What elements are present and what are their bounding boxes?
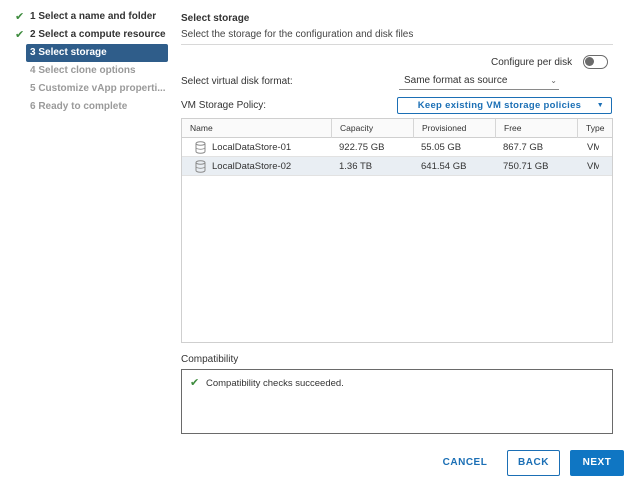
- wizard-step-5: 5 Customize vApp properti...: [14, 80, 170, 98]
- table-row-selected[interactable]: LocalDataStore-02 1.36 TB 641.54 GB 750.…: [182, 157, 612, 176]
- disk-format-select[interactable]: Same format as source ⌄: [399, 72, 559, 90]
- configure-per-disk-toggle[interactable]: [583, 55, 608, 69]
- cell-provisioned: 641.54 GB: [421, 161, 467, 172]
- cell-type: VM: [587, 142, 599, 153]
- cell-name: LocalDataStore-01: [212, 142, 292, 153]
- back-button[interactable]: BACK: [507, 450, 560, 476]
- table-row[interactable]: LocalDataStore-01 922.75 GB 55.05 GB 867…: [182, 138, 612, 157]
- check-icon: ✔: [15, 11, 25, 23]
- table-header: Name Capacity Provisioned Free Type: [182, 119, 612, 138]
- wizard-step-label: 5 Customize vApp properti...: [30, 83, 166, 94]
- datastore-table: Name Capacity Provisioned Free Type Loca…: [181, 118, 613, 343]
- compatibility-panel: ✔ Compatibility checks succeeded.: [181, 369, 613, 434]
- check-icon: ✔: [190, 377, 200, 389]
- wizard-step-6: 6 Ready to complete: [14, 98, 170, 116]
- cell-free: 867.7 GB: [503, 142, 544, 153]
- chevron-down-icon: ▼: [596, 102, 604, 109]
- wizard-step-label: 1 Select a name and folder: [30, 11, 157, 22]
- cell-provisioned: 55.05 GB: [421, 142, 462, 153]
- configure-per-disk-label: Configure per disk: [491, 57, 573, 68]
- next-button[interactable]: NEXT: [570, 450, 624, 476]
- compatibility-message: Compatibility checks succeeded.: [206, 378, 344, 389]
- disk-format-value: Same format as source: [404, 75, 508, 86]
- cell-capacity: 922.75 GB: [339, 142, 385, 153]
- cancel-button[interactable]: CANCEL: [440, 451, 490, 475]
- wizard-step-2[interactable]: ✔ 2 Select a compute resource: [14, 26, 170, 44]
- cell-capacity: 1.36 TB: [339, 161, 373, 172]
- storage-policy-label: VM Storage Policy:: [181, 100, 267, 111]
- wizard-step-4: 4 Select clone options: [14, 62, 170, 80]
- column-header-provisioned[interactable]: Provisioned: [413, 119, 495, 138]
- column-header-name[interactable]: Name: [182, 119, 331, 138]
- storage-policy-value: Keep existing VM storage policies: [417, 100, 582, 111]
- wizard-step-1[interactable]: ✔ 1 Select a name and folder: [14, 8, 170, 26]
- cell-name: LocalDataStore-02: [212, 161, 292, 172]
- toggle-knob: [585, 57, 594, 66]
- chevron-down-icon: ⌄: [550, 76, 557, 85]
- cell-free: 750.71 GB: [503, 161, 549, 172]
- page-subtitle: Select the storage for the configuration…: [181, 29, 414, 40]
- wizard-step-label: 6 Ready to complete: [30, 101, 128, 112]
- cell-type: VM: [587, 161, 599, 172]
- column-header-free[interactable]: Free: [495, 119, 577, 138]
- column-header-capacity[interactable]: Capacity: [331, 119, 413, 138]
- wizard-step-label: 2 Select a compute resource: [30, 29, 166, 40]
- wizard-step-3[interactable]: 3 Select storage: [26, 44, 168, 62]
- wizard-step-label: 3 Select storage: [30, 47, 107, 58]
- column-header-type[interactable]: Type: [577, 119, 612, 138]
- divider: [181, 44, 613, 45]
- storage-policy-dropdown[interactable]: Keep existing VM storage policies ▼: [397, 97, 612, 114]
- disk-format-label: Select virtual disk format:: [181, 76, 293, 87]
- wizard-steps: ✔ 1 Select a name and folder ✔ 2 Select …: [14, 8, 170, 116]
- page-title: Select storage: [181, 13, 250, 24]
- check-icon: ✔: [15, 29, 25, 41]
- wizard-step-label: 4 Select clone options: [30, 65, 136, 76]
- compatibility-label: Compatibility: [181, 354, 239, 365]
